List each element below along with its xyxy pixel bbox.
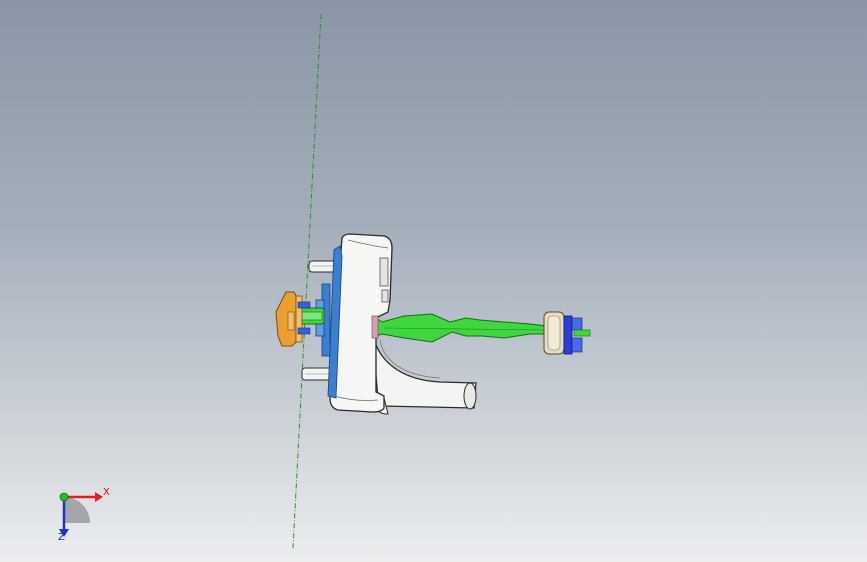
right-knob[interactable] [543, 311, 591, 355]
reference-triad [59, 492, 103, 537]
curved-arm[interactable] [371, 329, 477, 415]
lower-pin[interactable] [301, 367, 333, 381]
sketch-reference-line[interactable] [292, 13, 322, 549]
green-shaft[interactable] [371, 313, 547, 343]
triad-x-label: X [103, 487, 110, 498]
model-canvas[interactable] [0, 0, 867, 562]
graphics-viewport[interactable]: X Z [0, 0, 867, 562]
upper-pin[interactable] [308, 260, 337, 273]
triad-z-label: Z [58, 532, 65, 543]
